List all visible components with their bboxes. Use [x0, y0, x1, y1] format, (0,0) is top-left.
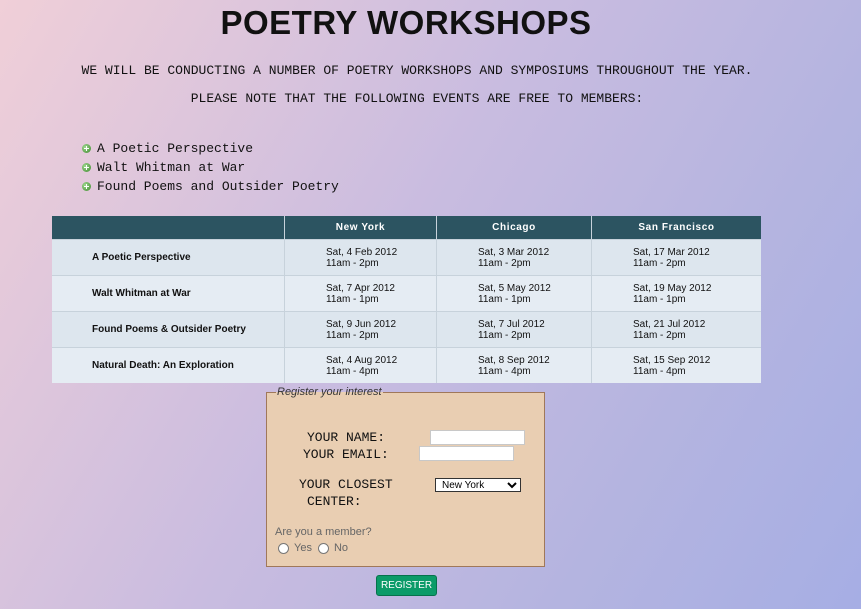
page-title: POETRY WORKSHOPS	[220, 4, 592, 41]
session-time: 11am - 2pm	[633, 257, 686, 269]
session-time: 11am - 2pm	[633, 329, 686, 341]
form-legend: Register your interest	[277, 386, 382, 398]
center-label-line1: YOUR CLOSEST	[299, 477, 393, 492]
event-name-cell: Walt Whitman at War	[52, 275, 285, 312]
session-date: Sat, 19 May 2012	[633, 282, 712, 294]
members-note: PLEASE NOTE THAT THE FOLLOWING EVENTS AR…	[190, 91, 644, 106]
session-date: Sat, 5 May 2012	[478, 282, 551, 294]
schedule-table: New York Chicago San Francisco A Poetic …	[52, 216, 761, 383]
list-item-label: Found Poems and Outsider Poetry	[97, 179, 339, 194]
session-time: 11am - 2pm	[326, 257, 379, 269]
center-select[interactable]: New York	[435, 478, 521, 492]
session-cell: Sat, 21 Jul 2012 11am - 2pm	[591, 311, 761, 348]
member-radio-group: Yes No	[278, 542, 354, 554]
event-name-cell: Natural Death: An Exploration	[52, 347, 285, 383]
session-date: Sat, 7 Jul 2012	[478, 318, 545, 330]
header-cell-event	[52, 216, 285, 240]
header-cell-chicago: Chicago	[436, 216, 592, 240]
session-cell: Sat, 4 Feb 2012 11am - 2pm	[284, 239, 437, 276]
session-date: Sat, 17 Mar 2012	[633, 246, 710, 258]
header-cell-san-francisco: San Francisco	[591, 216, 761, 240]
event-name-cell: Found Poems & Outsider Poetry	[52, 311, 285, 348]
session-time: 11am - 1pm	[326, 293, 379, 305]
center-label-line2: CENTER:	[307, 494, 362, 509]
session-cell: Sat, 4 Aug 2012 11am - 4pm	[284, 347, 437, 383]
list-item-label: Walt Whitman at War	[97, 160, 246, 175]
session-time: 11am - 2pm	[478, 257, 531, 269]
list-item-label: A Poetic Perspective	[97, 141, 254, 156]
session-cell: Sat, 17 Mar 2012 11am - 2pm	[591, 239, 761, 276]
free-events-list: A Poetic Perspective Walt Whitman at War…	[82, 139, 339, 196]
session-cell: Sat, 19 May 2012 11am - 1pm	[591, 275, 761, 312]
session-cell: Sat, 5 May 2012 11am - 1pm	[436, 275, 592, 312]
session-date: Sat, 9 Jun 2012	[326, 318, 397, 330]
plus-circle-icon	[82, 163, 91, 172]
session-cell: Sat, 9 Jun 2012 11am - 2pm	[284, 311, 437, 348]
session-cell: Sat, 7 Apr 2012 11am - 1pm	[284, 275, 437, 312]
plus-circle-icon	[82, 182, 91, 191]
email-label: YOUR EMAIL:	[303, 447, 389, 462]
session-time: 11am - 4pm	[478, 365, 531, 377]
session-date: Sat, 4 Aug 2012	[326, 354, 398, 366]
session-time: 11am - 4pm	[326, 365, 379, 377]
session-date: Sat, 7 Apr 2012	[326, 282, 395, 294]
plus-circle-icon	[82, 144, 91, 153]
intro-text: WE WILL BE CONDUCTING A NUMBER OF POETRY…	[81, 63, 753, 78]
table-row: Found Poems & Outsider Poetry Sat, 9 Jun…	[52, 311, 761, 348]
session-date: Sat, 4 Feb 2012	[326, 246, 398, 258]
registration-form: Register your interest YOUR NAME: YOUR E…	[266, 386, 545, 567]
session-cell: Sat, 7 Jul 2012 11am - 2pm	[436, 311, 592, 348]
session-cell: Sat, 3 Mar 2012 11am - 2pm	[436, 239, 592, 276]
member-yes-label[interactable]: Yes	[294, 542, 312, 554]
table-row: A Poetic Perspective Sat, 4 Feb 2012 11am…	[52, 239, 761, 276]
table-row: Walt Whitman at War Sat, 7 Apr 2012 11am …	[52, 275, 761, 312]
list-item: A Poetic Perspective	[82, 139, 339, 158]
session-date: Sat, 8 Sep 2012	[478, 354, 550, 366]
member-no-radio[interactable]	[317, 542, 329, 554]
event-name-cell: A Poetic Perspective	[52, 239, 285, 276]
table-header-row: New York Chicago San Francisco	[52, 216, 761, 240]
name-label: YOUR NAME:	[307, 430, 386, 445]
name-input[interactable]	[430, 430, 525, 445]
session-time: 11am - 2pm	[326, 329, 379, 341]
session-cell: Sat, 8 Sep 2012 11am - 4pm	[436, 347, 592, 383]
session-date: Sat, 3 Mar 2012	[478, 246, 550, 258]
session-time: 11am - 4pm	[633, 365, 686, 377]
register-button[interactable]: REGISTER	[376, 575, 437, 596]
table-row: Natural Death: An Exploration Sat, 4 Aug…	[52, 347, 761, 383]
session-date: Sat, 21 Jul 2012	[633, 318, 706, 330]
email-input[interactable]	[419, 446, 514, 461]
header-cell-new-york: New York	[284, 216, 437, 240]
list-item: Found Poems and Outsider Poetry	[82, 177, 339, 196]
session-cell: Sat, 15 Sep 2012 11am - 4pm	[591, 347, 761, 383]
member-question: Are you a member?	[275, 526, 372, 538]
member-no-label[interactable]: No	[334, 542, 348, 554]
session-time: 11am - 1pm	[478, 293, 531, 305]
session-time: 11am - 1pm	[633, 293, 686, 305]
list-item: Walt Whitman at War	[82, 158, 339, 177]
member-yes-radio[interactable]	[278, 542, 289, 554]
session-time: 11am - 2pm	[478, 329, 531, 341]
session-date: Sat, 15 Sep 2012	[633, 354, 711, 366]
